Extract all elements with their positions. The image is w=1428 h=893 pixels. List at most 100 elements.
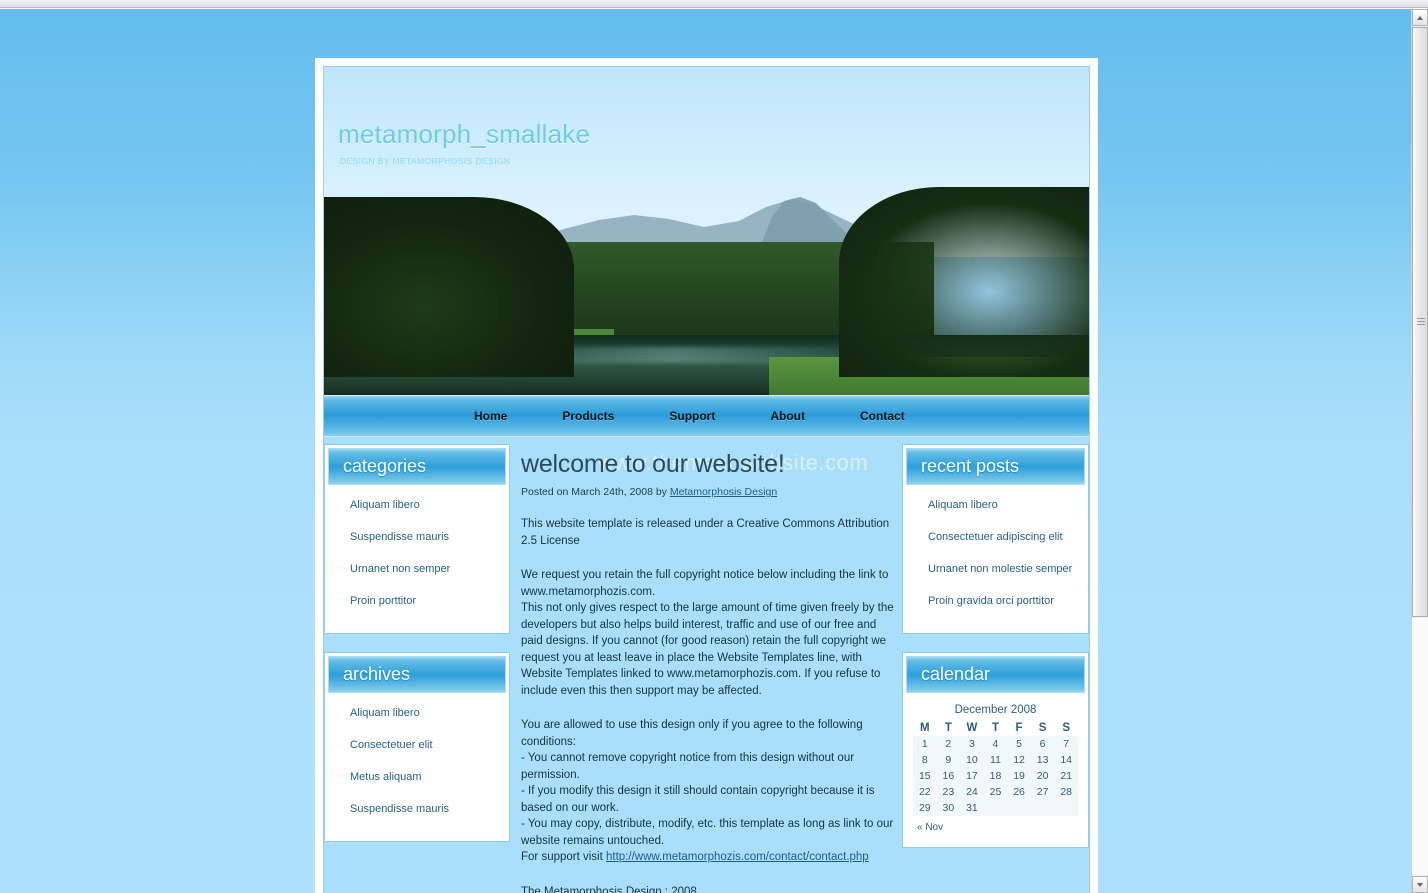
nav-item-contact[interactable]: Contact [860,409,905,423]
sidebar-link-categories-3[interactable]: Proin porttitor [350,595,416,607]
calendar-week-row: 8 9 10 11 12 13 14 [913,752,1078,768]
widget-calendar-title: calendar [906,656,1085,693]
calendar-weekday: T [944,722,952,734]
recent-post-link-2[interactable]: Urnanet non molestie semper [928,563,1072,575]
list-item[interactable]: Suspendisse mauris [350,799,509,817]
triangle-down-icon [1417,882,1423,887]
list-item[interactable]: Urnanet non molestie semper [928,559,1088,577]
scroll-up-button[interactable] [1412,9,1428,26]
vertical-scrollbar[interactable] [1411,9,1428,893]
scrollbar-thumb[interactable] [1412,27,1428,617]
calendar-week-row: 1 2 3 4 5 6 7 [913,736,1078,752]
calendar-day[interactable]: 9 [936,752,961,768]
site-title: metamorph_smallake [338,119,591,149]
calendar-day[interactable]: 28 [1054,784,1078,800]
scrollbar-track[interactable] [1412,618,1428,875]
widget-recent-posts-title: recent posts [906,448,1085,485]
calendar-day[interactable]: 18 [983,768,1008,784]
calendar-day[interactable]: 8 [913,752,937,768]
calendar-day-empty [1054,800,1078,816]
sidebar-link-categories-2[interactable]: Urnanet non semper [350,563,450,575]
list-item[interactable]: Aliquam libero [928,495,1088,513]
recent-posts-list: Aliquam libero Consectetuer adipiscing e… [903,495,1088,609]
calendar-day[interactable]: 14 [1054,752,1078,768]
list-item[interactable]: Metus aliquam [350,767,509,785]
scrollbar-grip-icon [1417,318,1425,326]
calendar-week-row: 29 30 31 [913,800,1078,816]
recent-post-link-3[interactable]: Proin gravida orci porttitor [928,595,1054,607]
calendar-day[interactable]: 20 [1030,768,1055,784]
calendar-day[interactable]: 19 [1007,768,1031,784]
calendar-day[interactable]: 5 [1007,736,1031,752]
trees-left [324,197,574,377]
calendar-weekday-row: M T W T F S S [913,720,1078,736]
post-paragraph-license: This website template is released under … [521,518,890,547]
calendar-day[interactable]: 17 [960,768,984,784]
nav-item-products[interactable]: Products [562,409,614,423]
calendar-day[interactable]: 3 [960,736,984,752]
widget-recent-posts: recent posts Aliquam libero Consectetuer… [902,444,1089,634]
calendar-weekday: S [1062,722,1071,734]
list-item[interactable]: Consectetuer adipiscing elit [928,527,1088,545]
support-link[interactable]: http://www.metamorphozis.com/contact/con… [606,851,869,863]
list-item[interactable]: Suspendisse mauris [350,527,509,545]
sidebar-link-archives-0[interactable]: Aliquam libero [350,707,420,719]
calendar-nav: « Nov [913,816,1078,833]
calendar-day[interactable]: 7 [1054,736,1078,752]
calendar-day[interactable]: 13 [1030,752,1055,768]
calendar-prev-month-link[interactable]: « Nov [917,822,943,833]
nav-item-about[interactable]: About [770,409,805,423]
site-inner: metamorph_smallake DESIGN BY METAMORPHOS… [323,66,1090,893]
scroll-down-button[interactable] [1412,876,1428,893]
calendar-day[interactable]: 11 [983,752,1008,768]
post-meta: Posted on March 24th, 2008 by Metamorpho… [521,486,894,498]
calendar-day[interactable]: 26 [1007,784,1031,800]
calendar-week-row: 22 23 24 25 26 27 28 [913,784,1078,800]
list-item[interactable]: Aliquam libero [350,703,509,721]
recent-post-link-1[interactable]: Consectetuer adipiscing elit [928,531,1063,543]
calendar-day[interactable]: 25 [983,784,1008,800]
widget-archives-title: archives [328,656,506,693]
site-container: metamorph_smallake DESIGN BY METAMORPHOS… [315,58,1098,893]
calendar-day[interactable]: 12 [1007,752,1031,768]
sidebar-link-categories-0[interactable]: Aliquam libero [350,499,420,511]
calendar-day[interactable]: 2 [936,736,961,752]
list-item[interactable]: Consectetuer elit [350,735,509,753]
site-tagline: DESIGN BY METAMORPHOSIS DESIGN [340,156,511,166]
sidebar-link-archives-3[interactable]: Suspendisse mauris [350,803,449,815]
post-paragraph-conditions: You are allowed to use this design only … [521,719,863,748]
calendar-day[interactable]: 22 [913,784,937,800]
calendar-day[interactable]: 1 [913,736,937,752]
list-item[interactable]: Proin porttitor [350,591,509,609]
sidebar-link-archives-1[interactable]: Consectetuer elit [350,739,433,751]
calendar-day[interactable]: 24 [960,784,984,800]
archives-list: Aliquam libero Consectetuer elit Metus a… [325,703,509,817]
list-item[interactable]: Urnanet non semper [350,559,509,577]
recent-post-link-0[interactable]: Aliquam libero [928,499,998,511]
calendar-day[interactable]: 29 [913,800,937,816]
calendar-day[interactable]: 4 [983,736,1008,752]
main-content: www.themesnwebsite.com welcome to our we… [510,444,902,893]
post-meta-prefix: Posted on March 24th, 2008 by [521,486,670,498]
calendar-table: M T W T F S S 1 2 3 4 5 6 7 8 9 10 11 12… [913,720,1078,816]
sidebar-link-archives-2[interactable]: Metus aliquam [350,771,422,783]
nav-item-support[interactable]: Support [669,409,715,423]
nav-item-home[interactable]: Home [474,409,507,423]
calendar-day[interactable]: 6 [1030,736,1055,752]
calendar-day[interactable]: 27 [1030,784,1055,800]
calendar-day[interactable]: 21 [1054,768,1078,784]
support-prefix: For support visit [521,851,606,863]
main-navigation: Home Products Support About Contact [324,395,1089,437]
calendar-weekday: T [991,722,999,734]
calendar-day[interactable]: 31 [960,800,984,816]
list-item[interactable]: Proin gravida orci porttitor [928,591,1088,609]
calendar-day[interactable]: 10 [960,752,984,768]
post-author-link[interactable]: Metamorphosis Design [670,486,777,498]
sidebar-link-categories-1[interactable]: Suspendisse mauris [350,531,449,543]
post-condition-2: - If you modify this design it still sho… [521,785,875,814]
calendar-day[interactable]: 16 [936,768,961,784]
calendar-day[interactable]: 15 [913,768,937,784]
calendar-day[interactable]: 23 [936,784,961,800]
list-item[interactable]: Aliquam libero [350,495,509,513]
calendar-day[interactable]: 30 [936,800,961,816]
